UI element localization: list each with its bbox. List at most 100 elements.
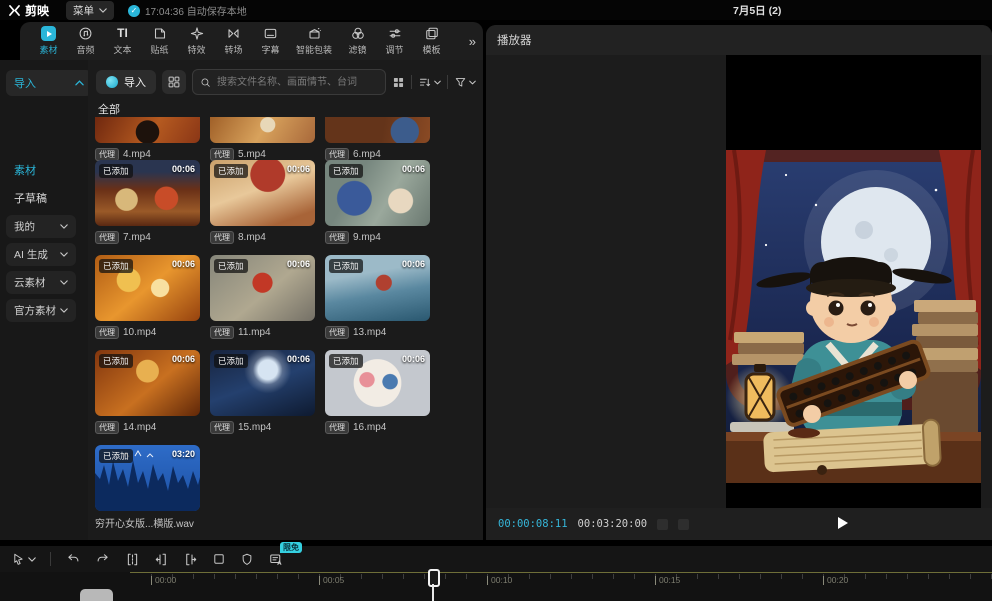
video-viewport[interactable] (726, 55, 981, 508)
media-filename: 13.mp4 (353, 327, 386, 338)
media-item[interactable]: 已添加 00:06 代理15.mp4 (210, 350, 315, 434)
video-thumbnail[interactable]: 已添加 00:06 (325, 350, 430, 416)
tab-text[interactable]: TI 文本 (104, 26, 141, 56)
ruler-tick-label: 00:15 (655, 576, 680, 585)
tab-smart-pack[interactable]: 智能包装 (289, 26, 339, 56)
duration-label: 00:06 (287, 354, 310, 364)
player-title: 播放器 (497, 32, 532, 48)
grid-icon (167, 75, 181, 89)
proxy-badge: 代理 (95, 421, 119, 434)
play-button[interactable] (838, 517, 848, 529)
player-option-icon[interactable] (657, 519, 668, 530)
video-thumbnail[interactable]: 已添加 00:06 (210, 255, 315, 321)
timeline-ruler[interactable]: 00:00 00:05 00:10 00:15 00:20 (0, 572, 992, 601)
filter-icon (454, 76, 467, 89)
media-item[interactable]: 已添加 00:06 代理8.mp4 (210, 160, 315, 244)
player-stage (486, 55, 992, 508)
media-filename: 7.mp4 (123, 232, 151, 243)
tab-transitions[interactable]: 转场 (215, 26, 252, 56)
video-thumbnail[interactable]: 已添加 00:06 (210, 350, 315, 416)
media-item[interactable]: 代理6.mp4 (325, 117, 430, 161)
video-thumbnail[interactable]: 已添加 00:06 (325, 160, 430, 226)
library-sidebar: 导入 素材 子草稿 我的 AI 生成 云素材 官方素材 (0, 60, 88, 540)
media-grid-row: 已添加 00:06 代理14.mp4 已添加 00:06 代理15.mp4 已添… (95, 350, 477, 434)
mask-button[interactable] (240, 552, 254, 567)
media-item[interactable]: 已添加 00:06 代理13.mp4 (325, 255, 430, 339)
free-badge: 限免 (280, 542, 302, 553)
tab-captions[interactable]: 字幕 (252, 26, 289, 56)
search-input[interactable] (215, 76, 378, 89)
sidebar-group-cloud[interactable]: 云素材 (6, 271, 76, 294)
audio-thumbnail[interactable]: 已添加 03:20 (95, 445, 200, 511)
menu-button[interactable]: 菜单 (66, 1, 114, 20)
recognize-captions-button[interactable]: 限免 (268, 552, 284, 567)
filter-all-label[interactable]: 全部 (98, 101, 120, 117)
search-box[interactable] (192, 69, 386, 95)
tab-effects[interactable]: 特效 (178, 26, 215, 56)
tab-templates[interactable]: 模板 (413, 26, 450, 56)
audio-icon (77, 26, 94, 41)
tab-label: 转场 (224, 43, 242, 56)
added-badge: 已添加 (99, 354, 133, 368)
playhead-line (432, 584, 434, 601)
video-thumbnail[interactable]: 已添加 00:06 (210, 160, 315, 226)
video-thumbnail[interactable] (210, 117, 315, 143)
media-filename: 5.mp4 (238, 149, 266, 160)
tab-filters[interactable]: 滤镜 (339, 26, 376, 56)
video-thumbnail[interactable]: 已添加 00:06 (95, 160, 200, 226)
sidebar-group-ai[interactable]: AI 生成 (6, 243, 76, 266)
grid-view-button[interactable] (392, 76, 405, 89)
toolbar-expand-button[interactable]: » (465, 34, 479, 49)
video-thumbnail[interactable] (95, 117, 200, 143)
media-item[interactable]: 代理4.mp4 (95, 117, 200, 161)
audio-item[interactable]: 已添加 03:20 穷开心女版...横版.wav (95, 445, 200, 529)
sidebar-item-subdraft[interactable]: 子草稿 (14, 190, 47, 206)
video-preview-artwork (726, 150, 981, 483)
sidebar-group-official[interactable]: 官方素材 (6, 299, 76, 322)
ruler-tick-label: 00:10 (487, 576, 512, 585)
media-item[interactable]: 代理5.mp4 (210, 117, 315, 161)
added-badge: 已添加 (99, 449, 133, 463)
tab-sticker[interactable]: 贴纸 (141, 26, 178, 56)
import-button[interactable]: 导入 (96, 70, 156, 94)
media-item[interactable]: 已添加 00:06 代理7.mp4 (95, 160, 200, 244)
divider (50, 552, 51, 566)
sidebar-import-section[interactable]: 导入 (6, 70, 92, 96)
duration-label: 00:06 (287, 164, 310, 174)
project-title: 7月5日 (2) (733, 3, 781, 18)
video-thumbnail[interactable]: 已添加 00:06 (325, 255, 430, 321)
delete-right-button[interactable] (183, 552, 198, 567)
duration-label: 00:06 (172, 354, 195, 364)
material-grid-button[interactable] (162, 70, 186, 94)
redo-button[interactable] (95, 552, 111, 566)
filter-button[interactable] (454, 76, 476, 89)
tab-label: 素材 (39, 43, 57, 56)
sort-button[interactable] (418, 76, 441, 89)
crop-button[interactable] (212, 552, 226, 566)
delete-left-button[interactable] (154, 552, 169, 567)
chevron-down-icon (469, 80, 476, 85)
sidebar-item-material[interactable]: 素材 (14, 162, 36, 178)
sidebar-group-mine[interactable]: 我的 (6, 215, 76, 238)
added-badge: 已添加 (99, 259, 133, 273)
player-option-icon[interactable] (678, 519, 689, 530)
select-tool-button[interactable] (12, 552, 36, 567)
tab-label: 特效 (187, 43, 205, 56)
tab-label: 模板 (422, 43, 440, 56)
media-item[interactable]: 已添加 00:06 代理9.mp4 (325, 160, 430, 244)
video-thumbnail[interactable]: 已添加 00:06 (95, 350, 200, 416)
added-badge: 已添加 (214, 354, 248, 368)
undo-button[interactable] (65, 552, 81, 566)
media-item[interactable]: 已添加 00:06 代理11.mp4 (210, 255, 315, 339)
media-item[interactable]: 已添加 00:06 代理10.mp4 (95, 255, 200, 339)
video-thumbnail[interactable] (325, 117, 430, 143)
tab-media[interactable]: 素材 (30, 26, 67, 56)
sticker-icon (152, 26, 168, 41)
tab-adjust[interactable]: 调节 (376, 26, 413, 56)
media-item[interactable]: 已添加 00:06 代理14.mp4 (95, 350, 200, 434)
tab-audio[interactable]: 音频 (67, 26, 104, 56)
split-button[interactable] (125, 552, 140, 567)
media-item[interactable]: 已添加 00:06 代理16.mp4 (325, 350, 430, 434)
video-thumbnail[interactable]: 已添加 00:06 (95, 255, 200, 321)
playhead-handle[interactable] (428, 569, 440, 587)
